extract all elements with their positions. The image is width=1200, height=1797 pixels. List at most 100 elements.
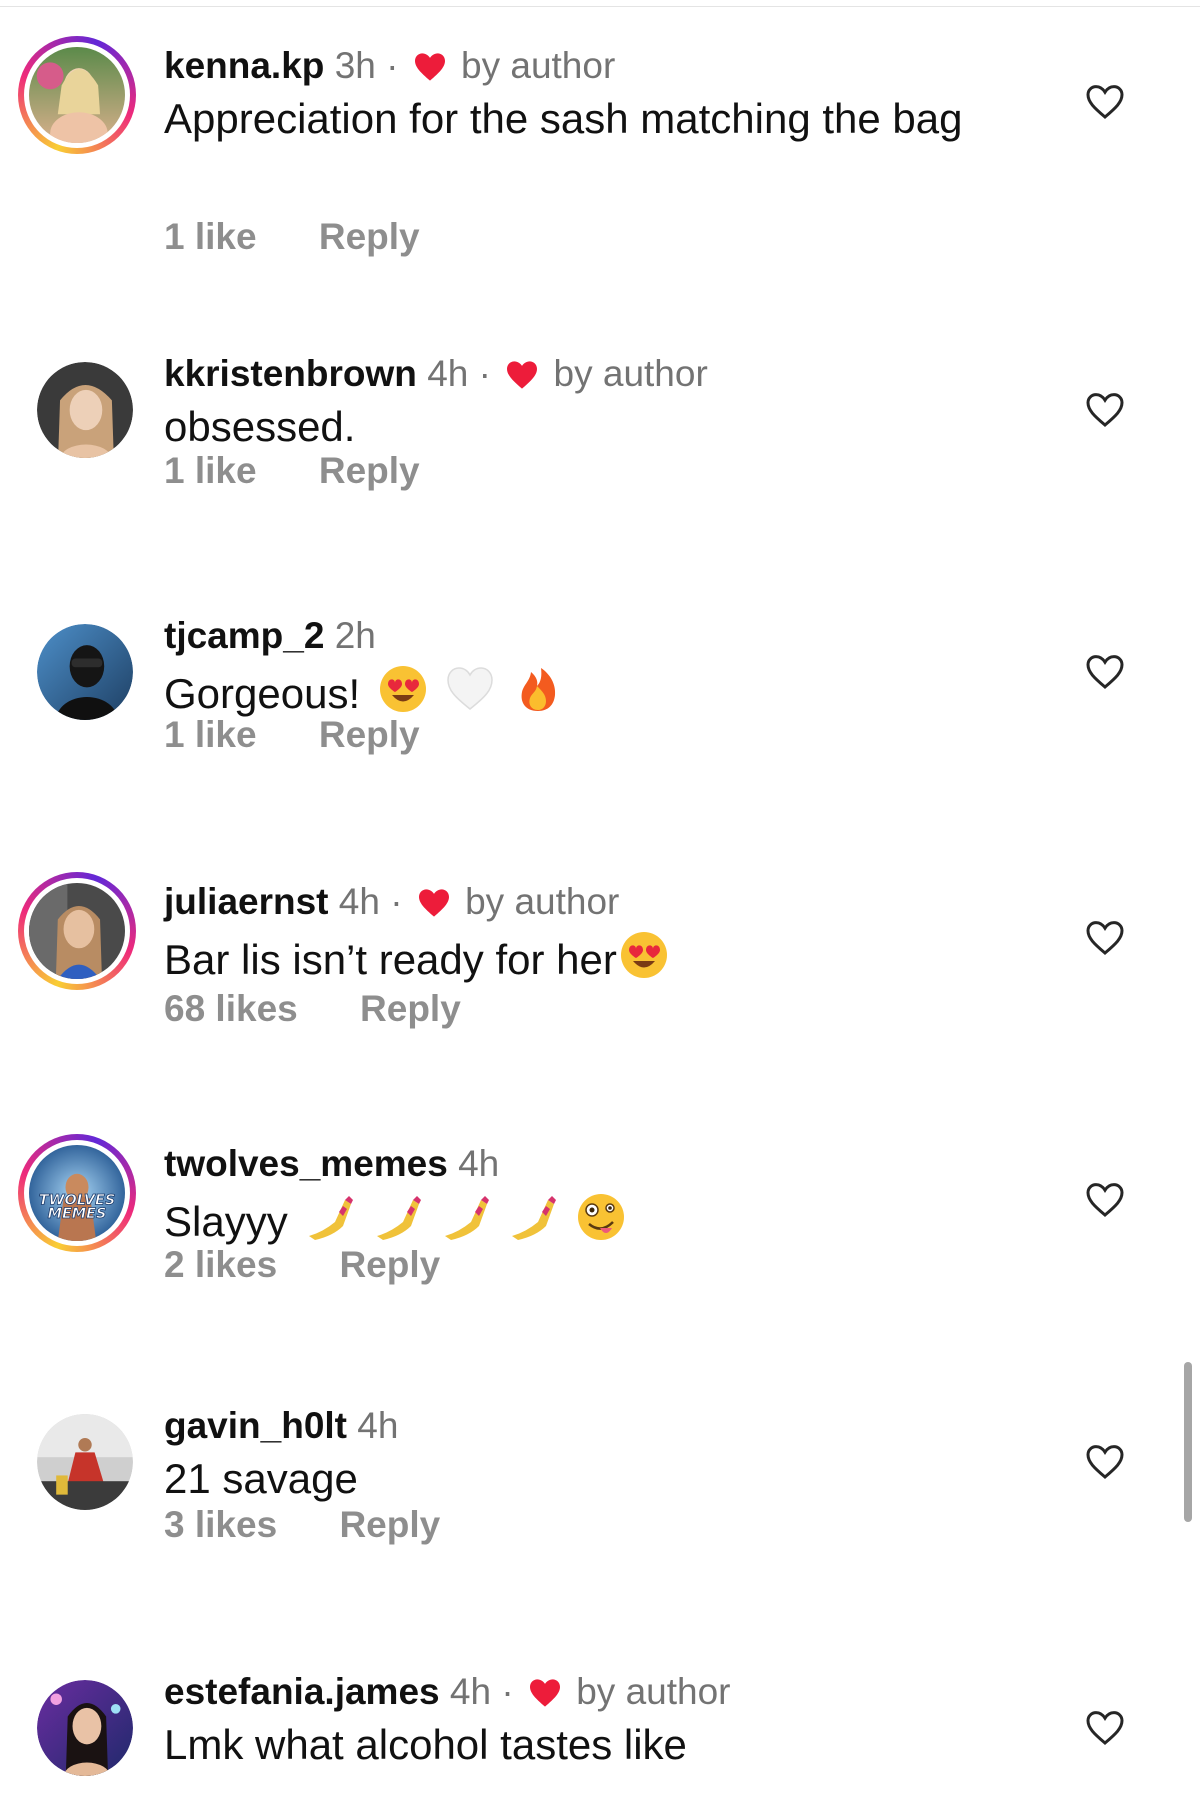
comment-item: kenna.kp 3h · by author Appreciation for…	[0, 36, 1200, 284]
comment-text: obsessed.	[164, 403, 356, 450]
timestamp: 4h	[338, 881, 380, 922]
avatar[interactable]	[37, 1680, 133, 1776]
avatar-text-line-2: MEMES	[48, 1206, 107, 1222]
avatar-image	[37, 362, 133, 458]
author-heart-icon	[418, 889, 449, 917]
top-divider	[0, 6, 1200, 7]
heart-outline-icon[interactable]	[1085, 1180, 1125, 1220]
nail-polish-emoji	[309, 1196, 354, 1240]
comment-actions: 1 like Reply	[164, 216, 420, 258]
reply-button[interactable]: Reply	[319, 216, 420, 258]
comment-actions: 2 likes Reply	[164, 1244, 440, 1286]
username[interactable]: estefania.james	[164, 1671, 440, 1712]
avatar-image	[37, 1414, 133, 1510]
username[interactable]: tjcamp_2	[164, 615, 324, 656]
white-heart-emoji	[447, 667, 494, 710]
avatar-image: TWOLVES MEMES	[29, 1145, 125, 1241]
username[interactable]: kkristenbrown	[164, 353, 417, 394]
heart-outline-icon[interactable]	[1085, 652, 1125, 692]
heart-outline-icon[interactable]	[1085, 1442, 1125, 1482]
timestamp: 2h	[334, 615, 376, 656]
reply-button[interactable]: Reply	[339, 1504, 440, 1546]
avatar-image	[29, 883, 125, 979]
heart-eyes-emoji	[620, 932, 667, 978]
avatar[interactable]	[37, 362, 133, 458]
comment-text: 21 savage	[164, 1455, 358, 1502]
timestamp: 4h	[458, 1143, 500, 1184]
liked-by-author-label: by author	[461, 45, 616, 86]
reply-button[interactable]: Reply	[360, 988, 461, 1030]
comment-item: TWOLVES MEMES twolves_memes 4h Slayyy 2 …	[0, 1134, 1200, 1342]
timestamp: 4h	[449, 1671, 492, 1712]
liked-by-author-label: by author	[576, 1671, 731, 1712]
likes-count[interactable]: 68 likes	[164, 988, 298, 1030]
reply-button[interactable]: Reply	[319, 450, 420, 492]
comment-actions: 68 likes Reply	[164, 988, 461, 1030]
username[interactable]: gavin_h0lt	[164, 1405, 347, 1446]
comment-text: Gorgeous!	[164, 664, 984, 719]
comment-meta: juliaernst 4h · by author	[164, 880, 619, 924]
heart-outline-icon[interactable]	[1085, 1708, 1125, 1748]
zany-face-emoji	[578, 1194, 625, 1240]
avatar-image	[29, 47, 125, 143]
separator: ·	[478, 353, 491, 394]
author-heart-icon	[507, 361, 538, 389]
comment-item: tjcamp_2 2h Gorgeous! 1 like Reply	[0, 614, 1200, 814]
username[interactable]: twolves_memes	[164, 1143, 448, 1184]
liked-by-author-label: by author	[465, 881, 620, 922]
heart-outline-icon[interactable]	[1085, 390, 1125, 430]
comment-item: kkristenbrown 4h · by author obsessed. 1…	[0, 352, 1200, 552]
comment-item: gavin_h0lt 4h 21 savage 3 likes Reply	[0, 1404, 1200, 1604]
comment-meta: tjcamp_2 2h	[164, 614, 376, 658]
comment-item: juliaernst 4h · by author Bar lis isn’t …	[0, 872, 1200, 1080]
timestamp: 3h	[334, 45, 376, 86]
heart-outline-icon[interactable]	[1085, 82, 1125, 122]
comment-item: estefania.james 4h · by author Lmk what …	[0, 1670, 1200, 1797]
fire-emoji	[521, 668, 556, 711]
comment-text-body: Bar lis isn’t ready for her	[164, 936, 617, 983]
avatar[interactable]	[37, 1414, 133, 1510]
avatar-image	[37, 624, 133, 720]
nail-polish-emoji	[377, 1196, 422, 1240]
comment-actions: 1 like Reply	[164, 714, 420, 756]
scrollbar[interactable]	[1184, 1362, 1192, 1522]
author-heart-icon	[529, 1679, 560, 1707]
nail-polish-emoji	[512, 1196, 557, 1240]
likes-count[interactable]: 2 likes	[164, 1244, 277, 1286]
avatar-image	[37, 1680, 133, 1776]
heart-eyes-emoji	[379, 666, 426, 712]
timestamp: 4h	[427, 353, 469, 394]
likes-count[interactable]: 1 like	[164, 450, 257, 492]
likes-count[interactable]: 3 likes	[164, 1504, 277, 1546]
reply-button[interactable]: Reply	[319, 714, 420, 756]
avatar[interactable]	[18, 36, 136, 154]
comment-meta: gavin_h0lt 4h	[164, 1404, 398, 1448]
comment-text-body: Slayyy	[164, 1198, 288, 1245]
comment-text: Appreciation for the sash matching the b…	[164, 95, 963, 142]
separator: ·	[386, 45, 399, 86]
nail-polish-emoji	[444, 1196, 489, 1240]
author-heart-icon	[414, 53, 445, 81]
comment-text: Lmk what alcohol tastes like	[164, 1721, 687, 1768]
comment-meta: estefania.james 4h · by author	[164, 1670, 731, 1714]
comment-meta: kenna.kp 3h · by author	[164, 44, 615, 88]
heart-outline-icon[interactable]	[1085, 918, 1125, 958]
comment-text: Slayyy	[164, 1192, 984, 1247]
reply-button[interactable]: Reply	[339, 1244, 440, 1286]
comment-text: Bar lis isn’t ready for her	[164, 930, 984, 985]
avatar[interactable]: TWOLVES MEMES	[18, 1134, 136, 1252]
liked-by-author-label: by author	[553, 353, 708, 394]
likes-count[interactable]: 1 like	[164, 714, 257, 756]
likes-count[interactable]: 1 like	[164, 216, 257, 258]
comment-meta: kkristenbrown 4h · by author	[164, 352, 708, 396]
comment-meta: twolves_memes 4h	[164, 1142, 499, 1186]
username[interactable]: juliaernst	[164, 881, 329, 922]
avatar[interactable]	[18, 872, 136, 990]
comment-text-body: Gorgeous!	[164, 670, 361, 717]
separator: ·	[501, 1671, 514, 1712]
timestamp: 4h	[357, 1405, 399, 1446]
comment-actions: 3 likes Reply	[164, 1504, 440, 1546]
username[interactable]: kenna.kp	[164, 45, 324, 86]
separator: ·	[390, 881, 403, 922]
avatar[interactable]	[37, 624, 133, 720]
